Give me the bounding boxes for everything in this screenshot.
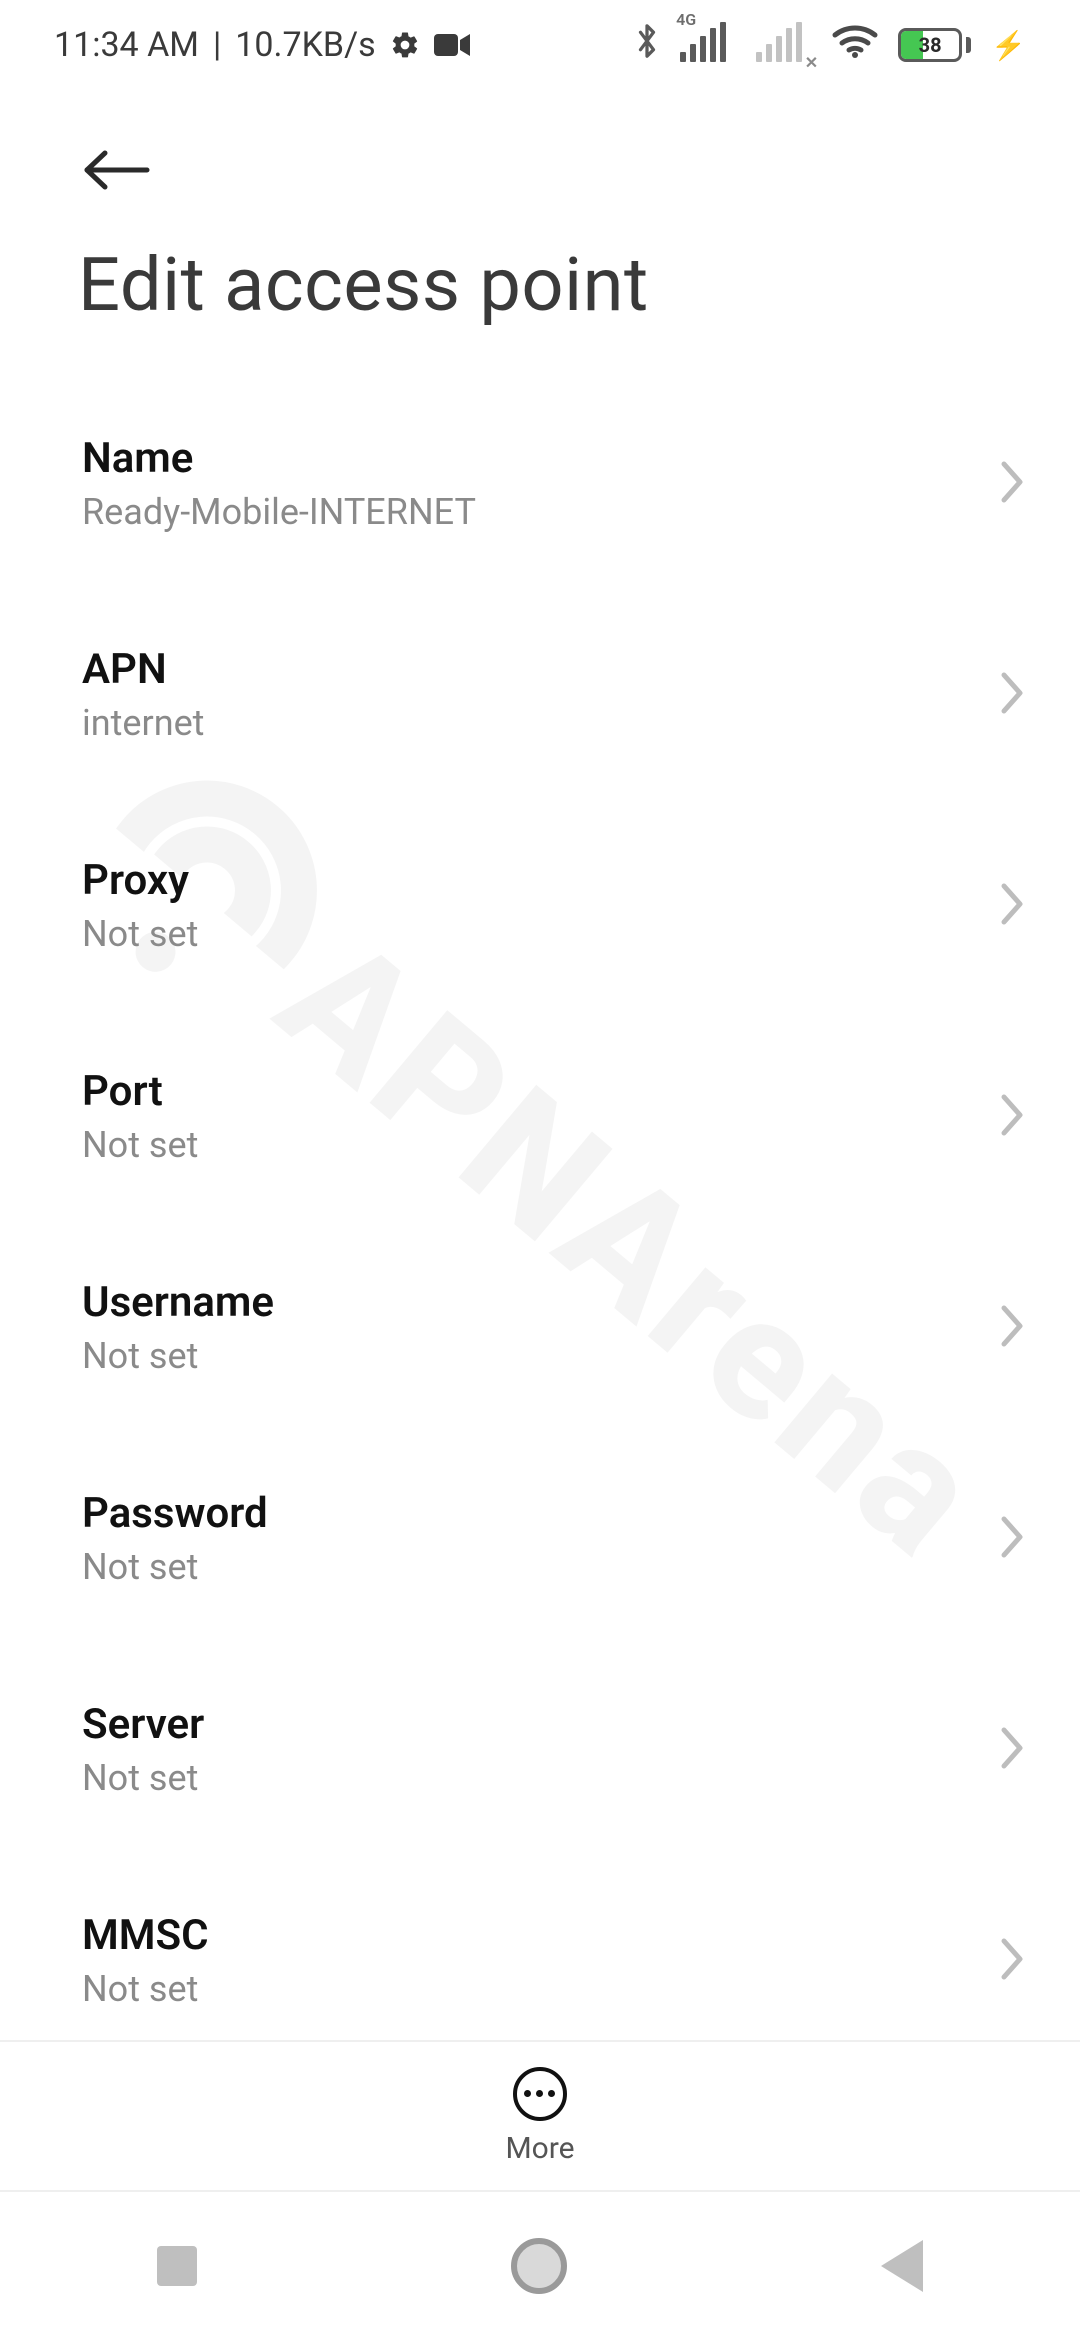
more-icon	[513, 2067, 567, 2121]
signal-sim2: ✕	[756, 24, 812, 66]
signal-4g-label: 4G	[676, 10, 696, 29]
chevron-right-icon	[998, 1513, 1026, 1565]
settings-row-proxy[interactable]: Proxy Not set	[0, 818, 1080, 993]
settings-row-title: Port	[82, 1067, 980, 1116]
chevron-right-icon	[998, 1302, 1026, 1354]
android-nav-bar	[0, 2190, 1080, 2340]
settings-row-title: Username	[82, 1278, 980, 1327]
settings-row-name[interactable]: Name Ready-Mobile-INTERNET	[0, 396, 1080, 571]
nav-home-button[interactable]	[511, 2238, 567, 2294]
chevron-right-icon	[998, 669, 1026, 721]
settings-row-value: Ready-Mobile-INTERNET	[82, 491, 980, 533]
settings-row-title: MMSC	[82, 1911, 980, 1960]
status-time: 11:34 AM	[54, 25, 199, 65]
wifi-icon	[832, 23, 878, 68]
camera-icon	[434, 32, 470, 58]
charging-icon: ⚡	[991, 29, 1026, 62]
settings-row-title: Proxy	[82, 856, 980, 905]
settings-row-port[interactable]: Port Not set	[0, 1029, 1080, 1204]
settings-row-password[interactable]: Password Not set	[0, 1451, 1080, 1626]
settings-row-username[interactable]: Username Not set	[0, 1240, 1080, 1415]
battery-indicator: 38	[898, 28, 971, 62]
chevron-right-icon	[998, 880, 1026, 932]
settings-row-title: APN	[82, 645, 980, 694]
chevron-right-icon	[998, 1724, 1026, 1776]
settings-row-mmsc[interactable]: MMSC Not set	[0, 1873, 1080, 2040]
nav-back-button[interactable]	[881, 2240, 923, 2292]
settings-row-value: Not set	[82, 1335, 980, 1377]
settings-row-title: Password	[82, 1489, 980, 1538]
bluetooth-icon	[634, 21, 660, 70]
settings-row-title: Server	[82, 1700, 980, 1749]
settings-row-value: Not set	[82, 1968, 980, 2010]
gear-icon	[390, 30, 420, 60]
settings-row-value: Not set	[82, 1124, 980, 1166]
arrow-left-icon	[81, 147, 151, 193]
battery-percent: 38	[901, 31, 959, 59]
signal-sim1: 4G	[680, 24, 736, 66]
settings-row-value: internet	[82, 702, 980, 744]
settings-row-title: Name	[82, 434, 980, 483]
nav-recents-button[interactable]	[157, 2246, 197, 2286]
settings-row-value: Not set	[82, 1546, 980, 1588]
chevron-right-icon	[998, 458, 1026, 510]
settings-row-value: Not set	[82, 913, 980, 955]
back-button[interactable]	[76, 130, 156, 210]
chevron-right-icon	[998, 1935, 1026, 1987]
page-title: Edit access point	[78, 242, 649, 329]
settings-list: Name Ready-Mobile-INTERNET APN internet …	[0, 396, 1080, 2040]
status-separator: |	[213, 25, 221, 65]
settings-row-value: Not set	[82, 1757, 980, 1799]
status-net-speed: 10.7KB/s	[235, 25, 375, 65]
chevron-right-icon	[998, 1091, 1026, 1143]
settings-row-apn[interactable]: APN internet	[0, 607, 1080, 782]
bottom-toolbar: More	[0, 2040, 1080, 2190]
more-button[interactable]: More	[505, 2067, 574, 2166]
settings-row-server[interactable]: Server Not set	[0, 1662, 1080, 1837]
more-label: More	[505, 2131, 574, 2166]
status-bar: 11:34 AM | 10.7KB/s 4G	[0, 0, 1080, 90]
